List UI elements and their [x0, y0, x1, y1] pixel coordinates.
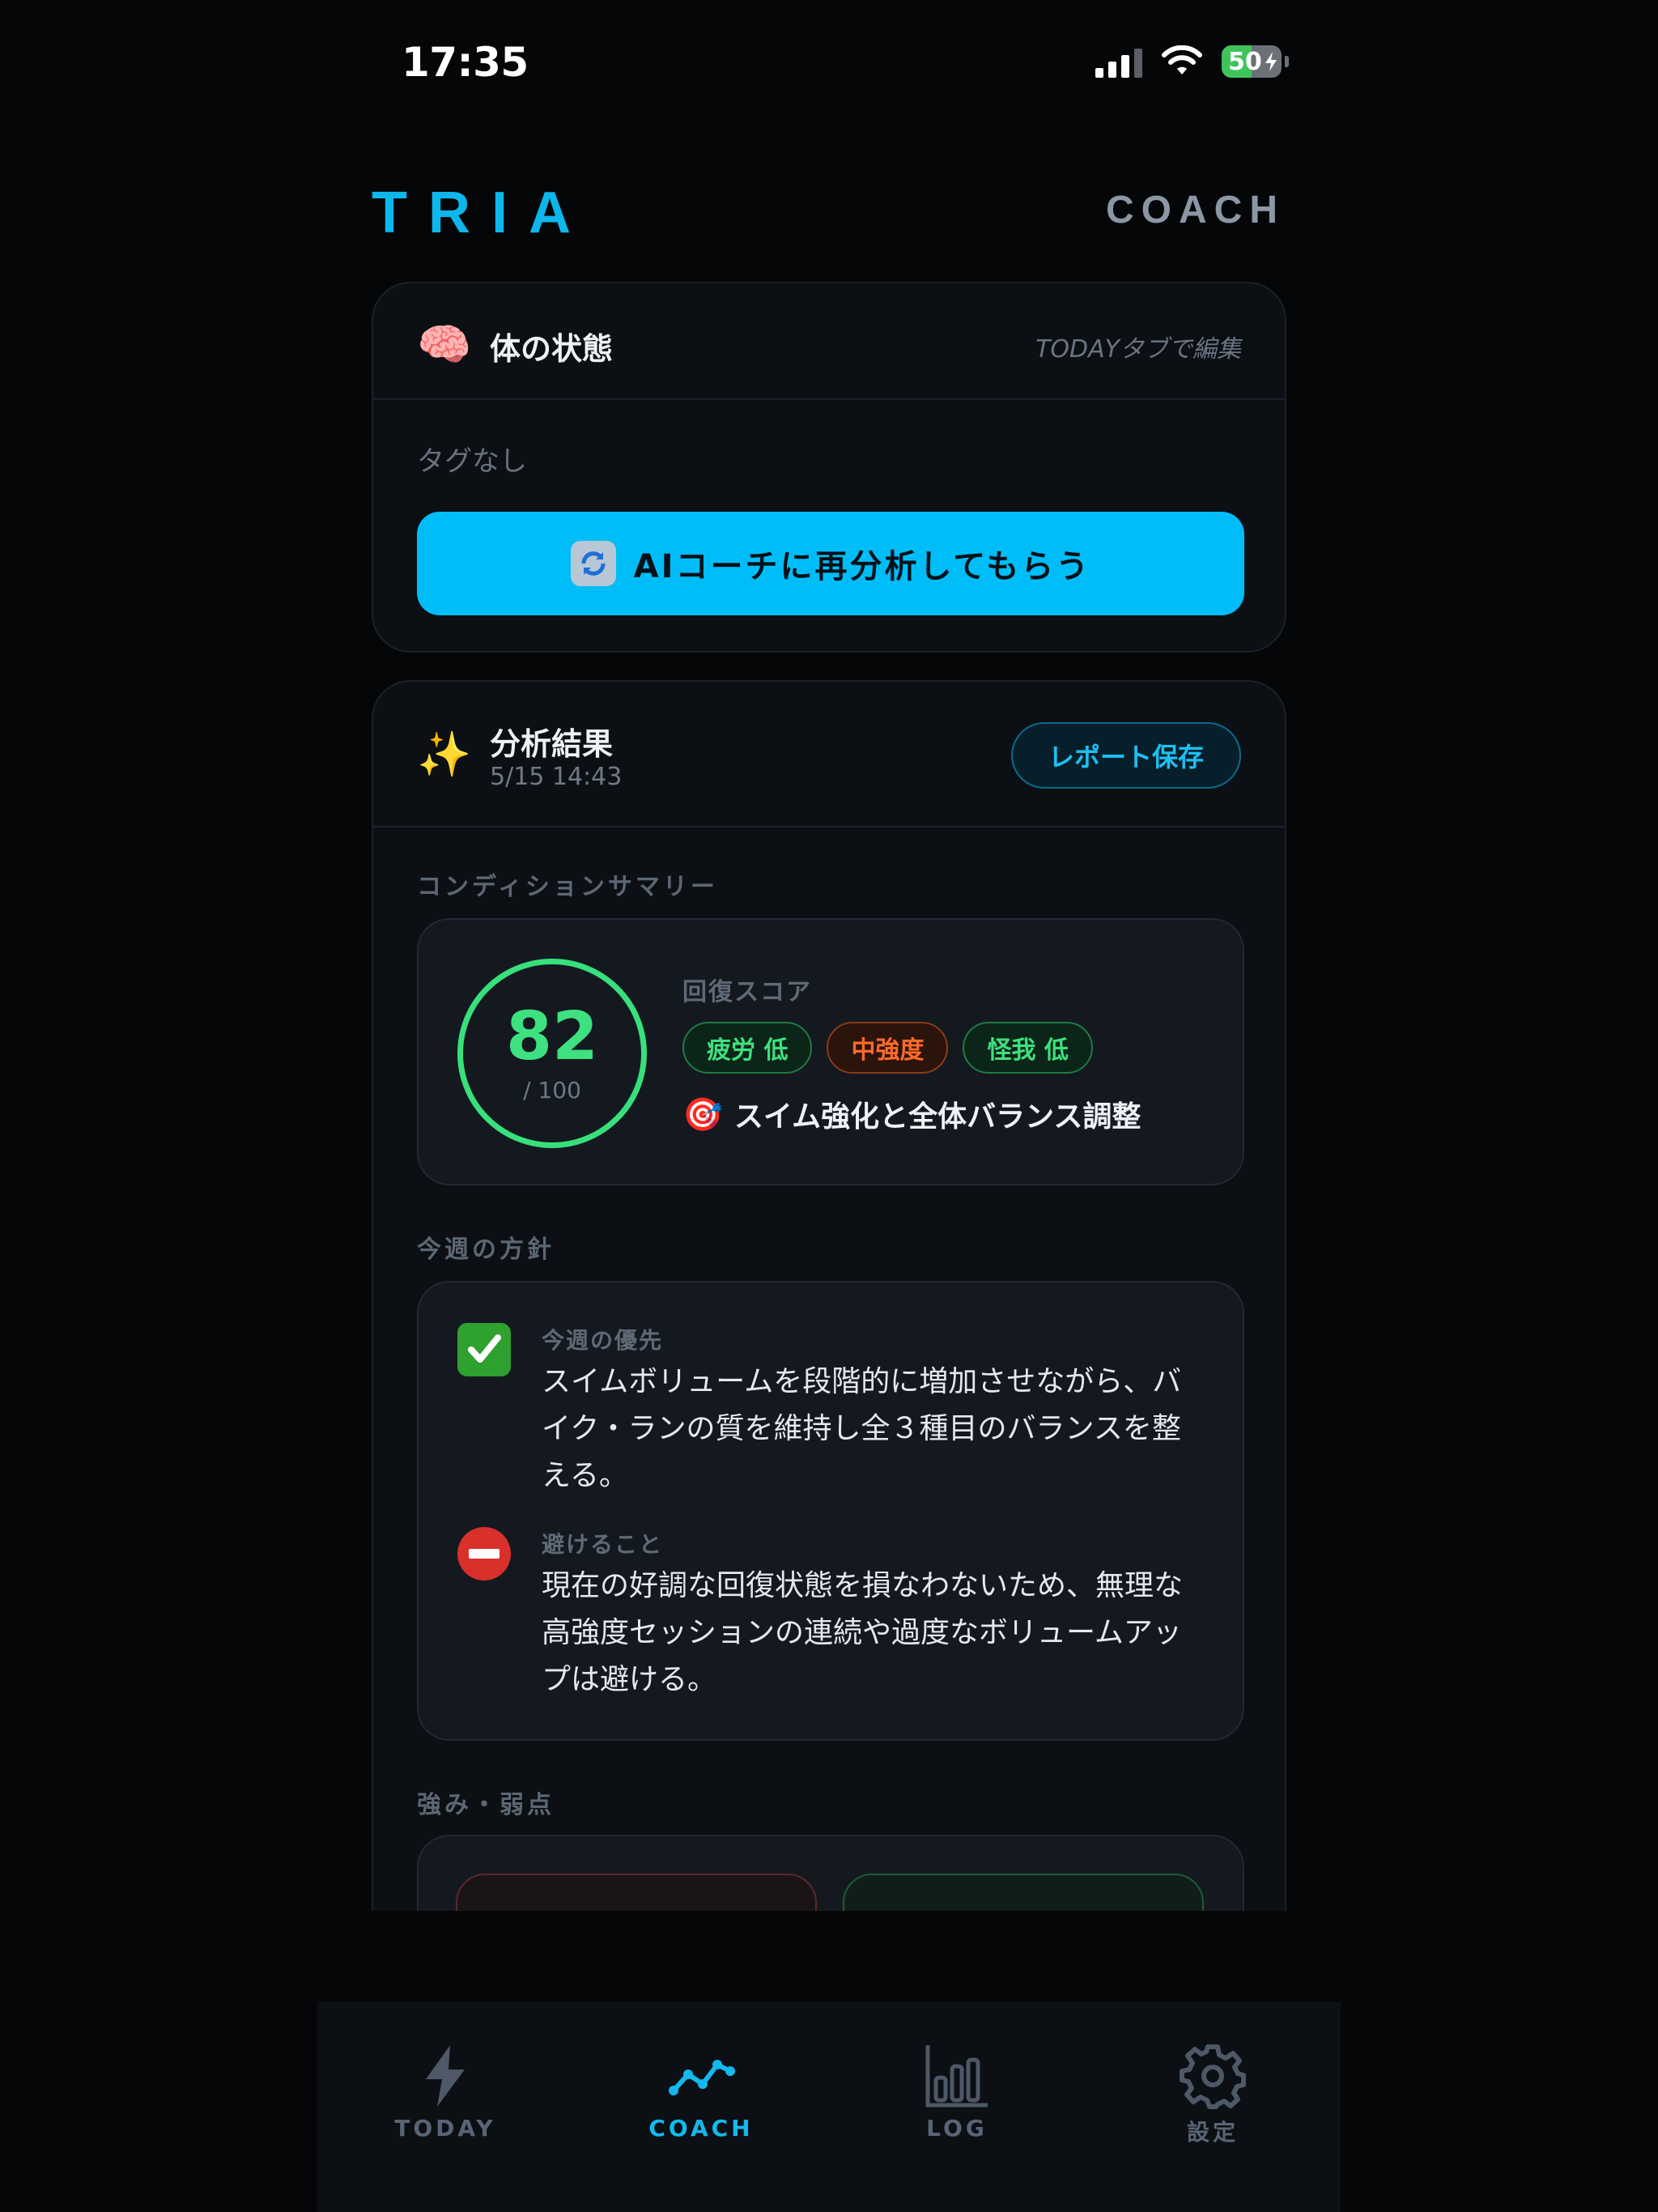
- wifi-icon: [1162, 45, 1202, 74]
- analysis-date: 5/15 14:43: [490, 763, 623, 791]
- battery-icon: 50: [1222, 45, 1282, 78]
- fatigue-chip: 疲労 低: [682, 1022, 813, 1074]
- analysis-card: ✨ 分析結果 5/15 14:43 レポート保存 コンディションサマリー 82 …: [372, 680, 1286, 1911]
- tab-today-label: TODAY: [394, 2115, 496, 2142]
- recovery-score-ring: 82 / 100: [457, 959, 647, 1148]
- condition-summary: 82 / 100 回復スコア 疲労 低 中強度 怪我 低 🎯 スイム強化と全体バ…: [417, 918, 1244, 1185]
- no-entry-icon: [457, 1527, 511, 1580]
- status-time: 17:35: [402, 39, 529, 86]
- tab-log[interactable]: LOG: [829, 2042, 1085, 2142]
- strength-panel: [843, 1874, 1204, 1911]
- brain-icon: 🧠: [417, 319, 472, 370]
- battery-level: 50: [1228, 47, 1262, 76]
- bar-chart-icon: [925, 2045, 988, 2108]
- tab-bar: TODAY COACH LOG 設定: [317, 2001, 1341, 2212]
- bolt-icon: [426, 2045, 465, 2107]
- avoid-heading: 避けること: [542, 1531, 664, 1558]
- tab-today[interactable]: TODAY: [317, 2042, 573, 2142]
- reanalyze-button[interactable]: AIコーチに再分析してもらう: [417, 512, 1244, 615]
- refresh-icon: [570, 541, 616, 586]
- priority-text: スイムボリュームを段階的に増加させながら、バイク・ランの質を維持し全３種目のバラ…: [542, 1365, 1182, 1492]
- tab-log-label: LOG: [926, 2115, 988, 2142]
- sparkles-icon: ✨: [417, 729, 472, 780]
- edit-hint: TODAYタブで編集: [1035, 335, 1241, 364]
- check-icon: [457, 1323, 511, 1376]
- status-icons: 50: [1095, 45, 1289, 78]
- policy-section-label: 今週の方針: [417, 1236, 555, 1264]
- focus-text: スイム強化と全体バランス調整: [733, 1100, 1141, 1134]
- avoid-text: 現在の好調な回復状態を損なわないため、無理な高強度セッションの連続や過度なボリュ…: [542, 1569, 1184, 1696]
- cellular-signal-icon: [1095, 45, 1142, 78]
- tab-settings-label: 設定: [1186, 2119, 1239, 2146]
- strengths-section-label: 強み・弱点: [417, 1791, 555, 1819]
- tab-coach-label: COACH: [648, 2115, 754, 2142]
- status-chips: 疲労 低 中強度 怪我 低: [682, 1022, 1093, 1074]
- body-state-header: 🧠 体の状態 TODAYタブで編集: [373, 283, 1285, 400]
- save-report-button[interactable]: レポート保存: [1011, 722, 1241, 789]
- body-state-title: 体の状態: [490, 331, 614, 367]
- app-logo: TRIA: [372, 181, 592, 245]
- status-bar: 17:35 50: [317, 0, 1341, 130]
- weakness-panel: [456, 1874, 817, 1911]
- app-header: TRIA COACH: [372, 180, 1285, 245]
- battery-tip: [1285, 56, 1289, 67]
- weekly-focus: 🎯 スイム強化と全体バランス調整: [682, 1093, 1141, 1135]
- body-state-card: 🧠 体の状態 TODAYタブで編集 タグなし AIコーチに再分析してもらう: [372, 282, 1286, 653]
- strengths-weaknesses: [417, 1835, 1244, 1911]
- recovery-score: 82: [505, 998, 599, 1075]
- summary-section-label: コンディションサマリー: [417, 873, 718, 901]
- analysis-title: 分析結果: [490, 726, 614, 762]
- weekly-policy: 今週の優先 スイムボリュームを段階的に増加させながら、バイク・ランの質を維持し全…: [417, 1281, 1244, 1741]
- injury-chip: 怪我 低: [963, 1022, 1093, 1074]
- target-icon: 🎯: [682, 1095, 723, 1134]
- intensity-chip: 中強度: [827, 1022, 949, 1074]
- tab-settings[interactable]: 設定: [1085, 2042, 1341, 2147]
- recovery-label: 回復スコア: [682, 978, 812, 1006]
- empty-tags-text: タグなし: [417, 445, 527, 478]
- reanalyze-button-label: AIコーチに再分析してもらう: [633, 548, 1091, 585]
- tab-coach[interactable]: COACH: [573, 2042, 829, 2142]
- page-title: COACH: [1106, 189, 1285, 232]
- priority-heading: 今週の優先: [542, 1327, 664, 1354]
- analysis-header: ✨ 分析結果 5/15 14:43 レポート保存: [373, 682, 1285, 827]
- recovery-score-max: / 100: [523, 1076, 581, 1104]
- gear-icon: [1180, 2044, 1246, 2109]
- trend-icon: [669, 2060, 735, 2095]
